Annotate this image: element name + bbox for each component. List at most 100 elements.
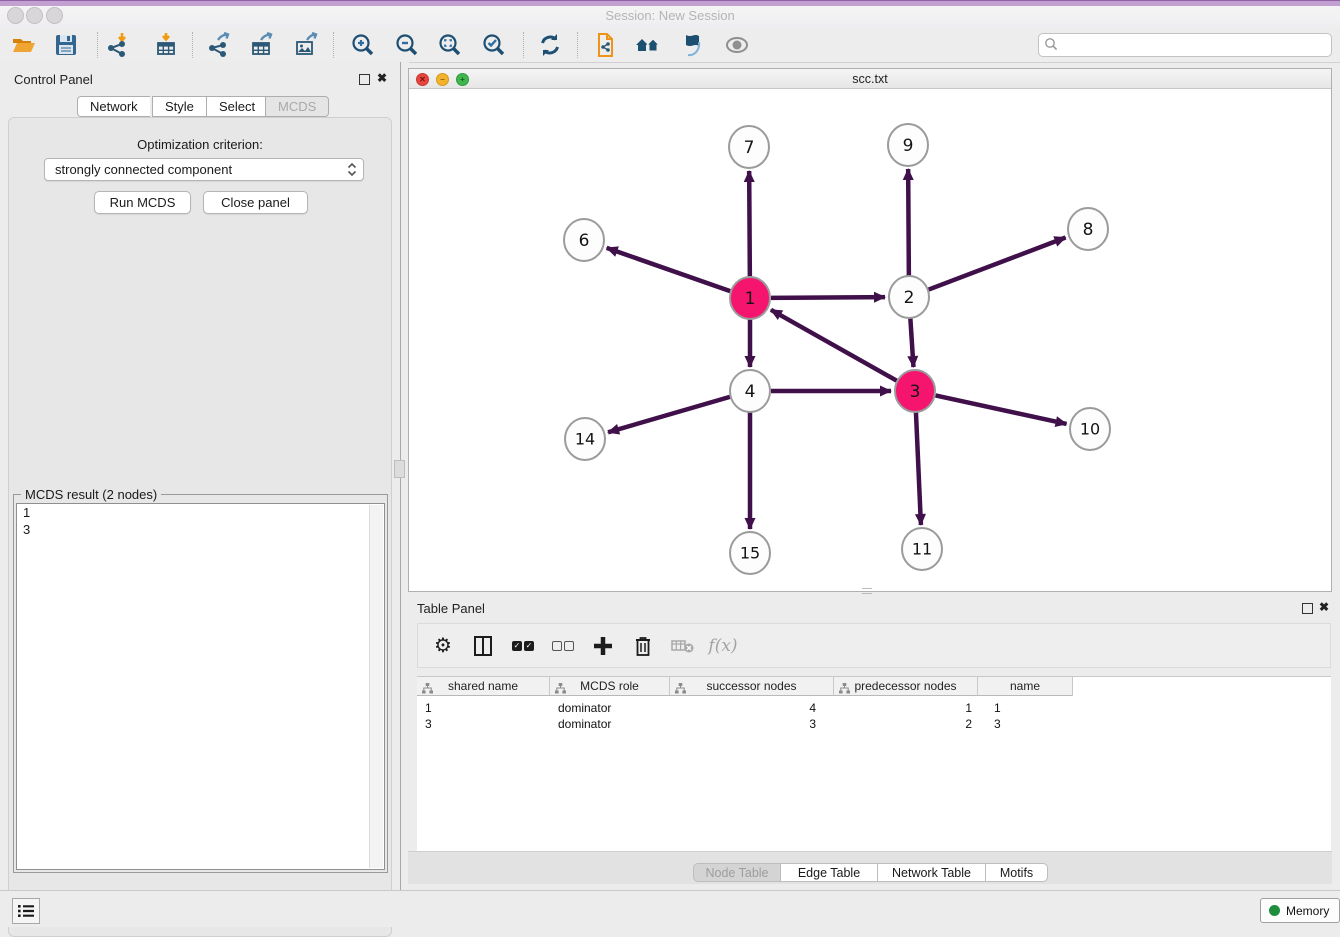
titlebar-accent-strip bbox=[0, 0, 1340, 6]
graph-edge-2-8[interactable] bbox=[929, 238, 1066, 290]
tab-node-table[interactable]: Node Table bbox=[693, 863, 780, 882]
delete-column-icon[interactable] bbox=[630, 633, 656, 659]
column-header-predecessor-nodes[interactable]: predecessor nodes bbox=[834, 677, 978, 696]
eye-icon[interactable] bbox=[723, 31, 751, 59]
float-table-panel-icon[interactable] bbox=[1302, 603, 1313, 614]
status-bar: Memory bbox=[0, 890, 1340, 927]
graph-node-label-15: 15 bbox=[740, 544, 760, 563]
float-panel-icon[interactable] bbox=[359, 74, 370, 85]
main-toolbar bbox=[0, 28, 1340, 63]
optimization-criterion-dropdown[interactable]: strongly connected component bbox=[44, 158, 364, 181]
network-window-title: scc.txt bbox=[409, 72, 1331, 86]
search-input[interactable] bbox=[1063, 35, 1327, 55]
mcds-result-group: MCDS result (2 nodes) 1 3 bbox=[13, 494, 388, 873]
mcds-result-line: 3 bbox=[17, 521, 384, 538]
search-icon bbox=[1044, 37, 1059, 57]
panel-divider-handle[interactable] bbox=[394, 460, 405, 478]
table-panel-title: Table Panel bbox=[417, 601, 485, 616]
dropdown-selected-value: strongly connected component bbox=[55, 162, 232, 177]
hierarchy-icon bbox=[839, 681, 850, 700]
table-header-row: shared name MCDS role successor nodes pr… bbox=[417, 677, 1073, 696]
graph-edge-2-3[interactable] bbox=[910, 318, 913, 367]
tab-edge-table[interactable]: Edge Table bbox=[780, 863, 877, 882]
table-toolbar: ⚙ ✓✓ f(x) bbox=[417, 623, 1331, 668]
tab-style[interactable]: Style bbox=[152, 96, 206, 117]
style-icon[interactable] bbox=[679, 31, 707, 59]
memory-button[interactable]: Memory bbox=[1260, 898, 1340, 923]
graph-node-label-7: 7 bbox=[744, 138, 755, 158]
checked-boxes-icon[interactable]: ✓✓ bbox=[510, 633, 536, 659]
export-network-icon[interactable] bbox=[205, 31, 233, 59]
split-columns-icon[interactable] bbox=[470, 633, 496, 659]
graph-edge-3-1[interactable] bbox=[771, 310, 897, 381]
tab-mcds[interactable]: MCDS bbox=[265, 96, 329, 117]
graph-edge-1-2[interactable] bbox=[771, 297, 885, 298]
column-header-mcds-role[interactable]: MCDS role bbox=[550, 677, 670, 696]
column-header-successor-nodes[interactable]: successor nodes bbox=[670, 677, 834, 696]
graph-edge-1-7[interactable] bbox=[749, 171, 750, 277]
delete-table-icon bbox=[670, 633, 696, 659]
tab-select[interactable]: Select bbox=[206, 96, 267, 117]
result-scrollbar[interactable] bbox=[369, 505, 383, 868]
run-mcds-button[interactable]: Run MCDS bbox=[94, 191, 191, 214]
network-resize-handle[interactable] bbox=[862, 588, 872, 594]
open-session-icon[interactable] bbox=[10, 31, 38, 59]
zoom-in-icon[interactable] bbox=[349, 31, 377, 59]
network-window-titlebar[interactable]: ✕ − + scc.txt bbox=[409, 69, 1331, 89]
graph-node-label-2: 2 bbox=[904, 288, 915, 308]
toolbar-separator bbox=[333, 32, 334, 58]
mcds-result-title: MCDS result (2 nodes) bbox=[21, 487, 161, 502]
control-panel: Control Panel ✖ Network Style Select MCD… bbox=[0, 62, 400, 890]
hierarchy-icon bbox=[675, 681, 686, 700]
graph-node-label-10: 10 bbox=[1080, 420, 1100, 439]
apply-layout-icon[interactable] bbox=[536, 31, 564, 59]
task-history-button[interactable] bbox=[12, 898, 40, 924]
table-row[interactable]: 3 dominator 3 2 3 bbox=[417, 716, 1073, 732]
toolbar-separator bbox=[577, 32, 578, 58]
search-box bbox=[1038, 33, 1332, 57]
graph-edge-4-14[interactable] bbox=[608, 397, 730, 432]
control-panel-title: Control Panel bbox=[14, 72, 93, 87]
toolbar-separator bbox=[192, 32, 193, 58]
home-icon[interactable] bbox=[634, 31, 662, 59]
gear-icon[interactable]: ⚙ bbox=[430, 633, 456, 659]
graph-node-label-14: 14 bbox=[575, 430, 595, 449]
toolbar-separator bbox=[97, 32, 98, 58]
hierarchy-icon bbox=[555, 681, 566, 700]
import-table-icon[interactable] bbox=[152, 31, 180, 59]
network-view-window: ✕ − + scc.txt 7968124314101511 bbox=[408, 68, 1332, 592]
tab-network[interactable]: Network bbox=[77, 96, 150, 117]
add-column-icon[interactable] bbox=[590, 633, 616, 659]
graph-edge-3-10[interactable] bbox=[936, 395, 1067, 423]
column-header-name[interactable]: name bbox=[978, 677, 1073, 696]
mcds-result-list[interactable]: 1 3 bbox=[16, 503, 385, 870]
tab-motifs[interactable]: Motifs bbox=[985, 863, 1048, 882]
graph-node-label-6: 6 bbox=[579, 231, 590, 251]
tab-network-table[interactable]: Network Table bbox=[877, 863, 985, 882]
hierarchy-icon bbox=[422, 681, 433, 700]
export-table-icon[interactable] bbox=[248, 31, 276, 59]
graph-edge-3-11[interactable] bbox=[916, 412, 921, 525]
graph-edge-2-9[interactable] bbox=[908, 169, 909, 276]
graph-node-label-3: 3 bbox=[910, 382, 921, 402]
zoom-out-icon[interactable] bbox=[393, 31, 421, 59]
memory-label: Memory bbox=[1286, 904, 1329, 918]
node-table[interactable]: shared name MCDS role successor nodes pr… bbox=[417, 676, 1331, 852]
zoom-fit-icon[interactable] bbox=[436, 31, 464, 59]
network-graph[interactable]: 7968124314101511 bbox=[409, 88, 1331, 591]
graph-edge-1-6[interactable] bbox=[607, 248, 731, 291]
zoom-selected-icon[interactable] bbox=[480, 31, 508, 59]
function-builder-icon: f(x) bbox=[710, 633, 736, 659]
close-panel-icon[interactable]: ✖ bbox=[377, 71, 387, 85]
unchecked-boxes-icon[interactable] bbox=[550, 633, 576, 659]
export-image-icon[interactable] bbox=[292, 31, 320, 59]
column-header-shared-name[interactable]: shared name bbox=[417, 677, 550, 696]
close-panel-button[interactable]: Close panel bbox=[203, 191, 308, 214]
graph-node-label-11: 11 bbox=[912, 540, 932, 559]
import-network-icon[interactable] bbox=[104, 31, 132, 59]
table-row[interactable]: 1 dominator 4 1 1 bbox=[417, 700, 1073, 716]
network-file-icon[interactable] bbox=[591, 31, 619, 59]
close-table-panel-icon[interactable]: ✖ bbox=[1319, 600, 1329, 614]
save-session-icon[interactable] bbox=[52, 31, 80, 59]
graph-node-label-4: 4 bbox=[745, 382, 756, 402]
